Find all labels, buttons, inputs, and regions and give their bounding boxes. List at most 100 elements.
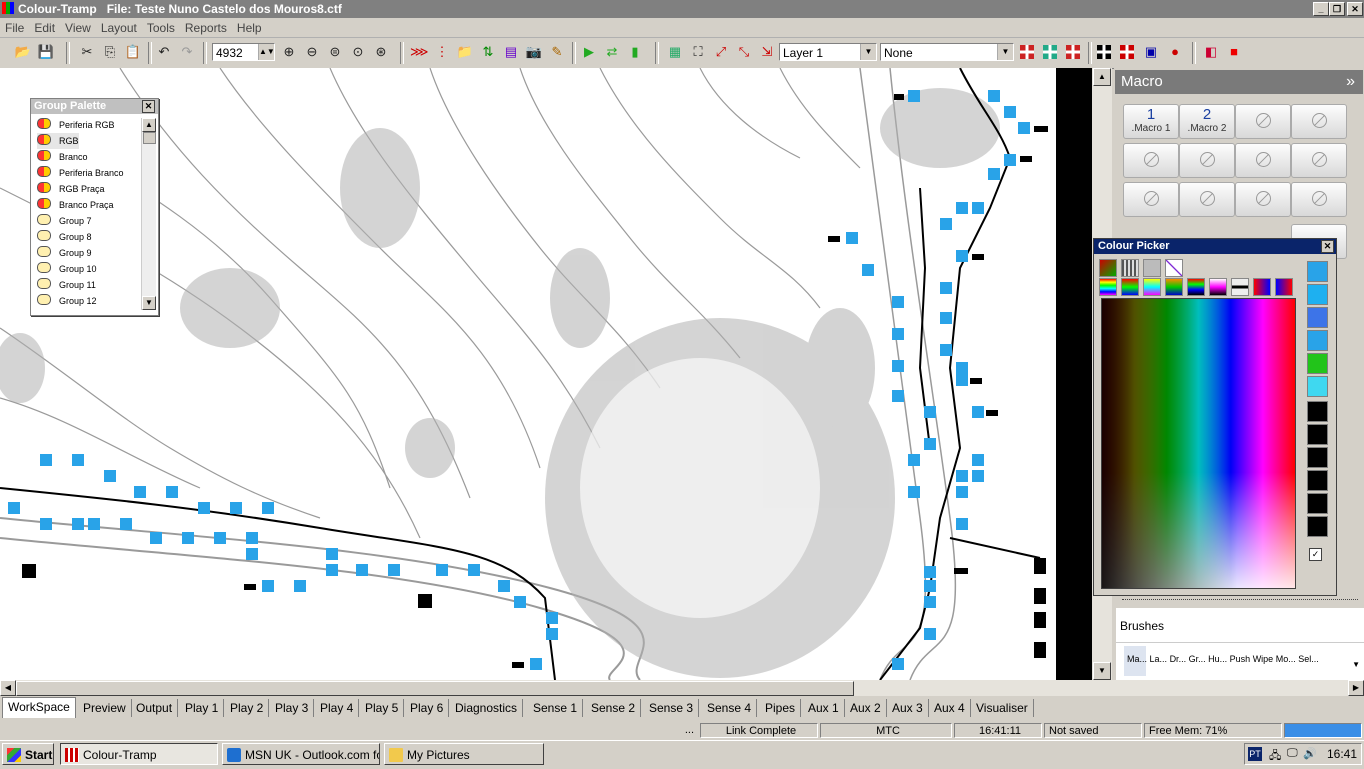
shrink-icon[interactable]: ⇲ [758, 43, 776, 61]
fixture[interactable] [924, 596, 936, 608]
brush-item[interactable]: Hu... [1208, 654, 1227, 664]
fixture[interactable] [1004, 154, 1016, 166]
colour-swatch[interactable] [1307, 376, 1328, 397]
fixture[interactable] [294, 580, 306, 592]
controller[interactable] [244, 584, 256, 590]
fixture[interactable] [846, 232, 858, 244]
fixture[interactable] [924, 438, 936, 450]
list-item[interactable]: RGB [37, 133, 79, 149]
fixture[interactable] [356, 564, 368, 576]
fixture[interactable] [940, 344, 952, 356]
horizontal-scrollbar[interactable]: ◀ ▶ [0, 680, 1364, 696]
fixture[interactable] [908, 486, 920, 498]
scroll-down-icon[interactable]: ▼ [142, 296, 156, 310]
macro-1-button[interactable]: 1 .Macro 1 [1123, 104, 1179, 139]
fixture[interactable] [104, 470, 116, 482]
fixture[interactable] [246, 548, 258, 560]
fixture[interactable] [956, 202, 968, 214]
fixture[interactable] [40, 454, 52, 466]
brush-tool-icon[interactable]: ✎ [548, 43, 566, 61]
list-item[interactable]: Branco Praça [37, 197, 114, 213]
list-item[interactable]: Group 12 [37, 293, 97, 309]
fixture[interactable] [908, 90, 920, 102]
fixture[interactable] [972, 454, 984, 466]
fixture[interactable] [436, 564, 448, 576]
controller[interactable] [418, 594, 432, 608]
output-icon[interactable]: ◧ [1202, 43, 1220, 61]
palette-tool-icon[interactable]: ▤ [502, 43, 520, 61]
collapse-icon[interactable]: » [1346, 70, 1355, 94]
open-folder-icon[interactable]: 📂 [14, 43, 32, 61]
zoom-spinner-icon[interactable]: ▲▼ [258, 44, 275, 60]
traffic-light-icon[interactable]: ▮ [626, 43, 644, 61]
controller[interactable] [1034, 558, 1046, 574]
checkbox[interactable]: ✓ [1309, 548, 1322, 561]
controller[interactable] [1034, 612, 1046, 628]
close-icon[interactable]: ✕ [1321, 240, 1334, 253]
scroll-thumb[interactable] [143, 132, 156, 144]
tab-play-1[interactable]: Play 1 [180, 699, 225, 717]
tab-visualiser[interactable]: Visualiser [971, 699, 1034, 717]
fixture[interactable] [924, 580, 936, 592]
controller[interactable] [972, 254, 984, 260]
list-item[interactable]: Group 10 [37, 261, 97, 277]
sequence-icon[interactable]: ⇄ [603, 43, 621, 61]
tab-play-6[interactable]: Play 6 [405, 699, 450, 717]
group-palette-title[interactable]: Group Palette ✕ [31, 99, 158, 114]
layer-select[interactable]: Layer 1 ▼ [779, 43, 877, 61]
fixture[interactable] [468, 564, 480, 576]
colour-swatch[interactable] [1307, 353, 1328, 374]
macro-empty-button[interactable] [1291, 104, 1347, 139]
menu-reports[interactable]: Reports [180, 19, 232, 37]
brush-item[interactable]: Sel... [1298, 654, 1319, 664]
zoom-window-icon[interactable]: ⊙ [349, 43, 367, 61]
macro-empty-button[interactable] [1123, 182, 1179, 217]
menu-file[interactable]: File [0, 19, 29, 37]
stop-icon[interactable]: ■ [1225, 43, 1243, 61]
controller[interactable] [1020, 156, 1032, 162]
fixture[interactable] [546, 612, 558, 624]
fixture[interactable] [956, 362, 968, 374]
fixture[interactable] [120, 518, 132, 530]
scroll-up-icon[interactable]: ▲ [1093, 68, 1111, 86]
tab-sense-4[interactable]: Sense 4 [702, 699, 758, 717]
grid-green-icon[interactable] [1043, 45, 1057, 59]
grid-picker-icon[interactable] [1121, 259, 1139, 277]
fixture[interactable] [326, 548, 338, 560]
chevron-down-icon[interactable]: ▼ [860, 44, 876, 60]
macro-empty-button[interactable] [1235, 143, 1291, 178]
grid-red-icon[interactable] [1020, 45, 1034, 59]
tab-preview[interactable]: Preview [78, 699, 132, 717]
fixture-grid-icon[interactable]: ⋮ [433, 43, 451, 61]
brush-item[interactable]: Gr... [1189, 654, 1206, 664]
tab-aux-1[interactable]: Aux 1 [803, 699, 845, 717]
fixture[interactable] [892, 328, 904, 340]
brush-item[interactable]: Ma... [1127, 654, 1147, 664]
hue-bars-icon[interactable] [1165, 278, 1183, 296]
fixture[interactable] [892, 296, 904, 308]
scroll-down-icon[interactable]: ▼ [1093, 662, 1111, 680]
tab-sense-3[interactable]: Sense 3 [644, 699, 700, 717]
splitter-handle[interactable] [1122, 599, 1358, 604]
task-colour-tramp[interactable]: Colour-Tramp [60, 743, 218, 765]
collapse-icon[interactable]: ⤡ [735, 43, 753, 61]
macro-empty-button[interactable] [1291, 182, 1347, 217]
cut-icon[interactable]: ✂ [78, 43, 96, 61]
colour-swatch[interactable] [1307, 261, 1328, 282]
menu-layout[interactable]: Layout [96, 19, 142, 37]
fixture[interactable] [388, 564, 400, 576]
macro-empty-button[interactable] [1179, 143, 1235, 178]
picker-tool-icon[interactable] [1099, 259, 1117, 277]
controller[interactable] [894, 94, 904, 100]
colour-swatch[interactable] [1307, 401, 1328, 422]
macro-empty-button[interactable] [1291, 143, 1347, 178]
colour-swatch[interactable] [1307, 516, 1328, 537]
expand-icon[interactable]: ⤢ [712, 43, 730, 61]
menu-help[interactable]: Help [232, 19, 267, 37]
select-grid-icon[interactable]: ▦ [666, 43, 684, 61]
list-item[interactable]: Group 7 [37, 213, 92, 229]
fixture[interactable] [924, 566, 936, 578]
language-indicator[interactable]: PT [1248, 747, 1262, 761]
fixture[interactable] [262, 580, 274, 592]
grid-alt-icon[interactable] [1066, 45, 1080, 59]
